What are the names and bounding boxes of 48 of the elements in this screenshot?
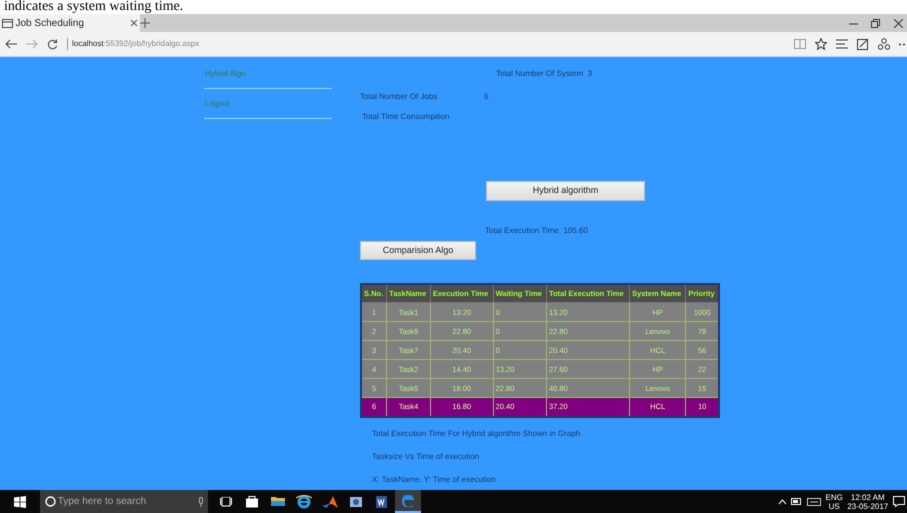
peak-icon <box>322 496 338 508</box>
stat-label: Total Time Consumpition <box>362 111 450 123</box>
caption-text: indicates a system waiting time. <box>3 0 184 14</box>
reading-view-icon[interactable] <box>794 39 806 49</box>
execution-label: Total Execution Time <box>485 225 559 237</box>
battery-icon[interactable] <box>791 498 802 505</box>
close-icon[interactable] <box>894 18 902 28</box>
new-tab-icon[interactable] <box>140 18 150 28</box>
chevron-up-icon[interactable] <box>778 498 787 504</box>
browser-e-icon <box>296 494 312 508</box>
share-icon[interactable] <box>878 38 890 50</box>
document-w-icon <box>376 496 387 508</box>
star-icon[interactable] <box>814 38 827 50</box>
comparison-algo-button[interactable]: Comparision Algo <box>360 241 476 260</box>
region-text[interactable]: US <box>828 502 840 510</box>
stat-label: Total Number Of Jobs <box>360 91 438 103</box>
monitor-icon <box>350 496 362 506</box>
task-view-icon <box>220 496 232 506</box>
note-text: X: TaskName, Y: Time of execution <box>372 474 497 486</box>
note-icon[interactable] <box>856 38 869 50</box>
microphone-icon <box>198 496 204 506</box>
keyboard-icon[interactable] <box>806 498 821 506</box>
stat-label: Total Number Of System <box>496 68 584 80</box>
page-icon <box>2 18 14 28</box>
note-text: Total Execution Time For Hybrid algorithm Shown in Graph <box>372 428 582 440</box>
language-text[interactable]: ENG <box>825 492 843 502</box>
browser-e-icon <box>402 494 414 506</box>
stat-value: 6 <box>484 91 488 103</box>
back-icon[interactable] <box>4 39 16 49</box>
search-field[interactable]: Type here to search <box>40 490 208 513</box>
refresh-icon[interactable] <box>46 38 58 50</box>
more-icon[interactable] <box>898 42 905 46</box>
note-text: Tasksize Vs Time of execution <box>372 450 480 463</box>
tab-title: Job Scheduling <box>16 16 85 30</box>
clock-date[interactable]: 23-05-2017 <box>847 502 888 510</box>
restore-icon[interactable] <box>871 18 880 28</box>
search-icon <box>44 496 56 507</box>
folder-icon <box>270 497 284 506</box>
browser-tab[interactable]: Job Scheduling <box>0 14 140 32</box>
execution-value: 105.60 <box>563 225 588 237</box>
shopping-bag-icon <box>246 496 258 508</box>
stat-value: 3 <box>588 68 592 80</box>
hybrid-algorithm-button[interactable]: Hybrid algorithm <box>486 181 645 201</box>
address-field[interactable]: localhost:55392/job/hybridalgo.aspx <box>66 38 200 50</box>
notification-icon[interactable] <box>892 496 905 507</box>
close-icon[interactable] <box>130 19 138 27</box>
clock-time[interactable]: 12:02 AM <box>850 492 885 502</box>
hub-icon[interactable] <box>836 39 848 49</box>
